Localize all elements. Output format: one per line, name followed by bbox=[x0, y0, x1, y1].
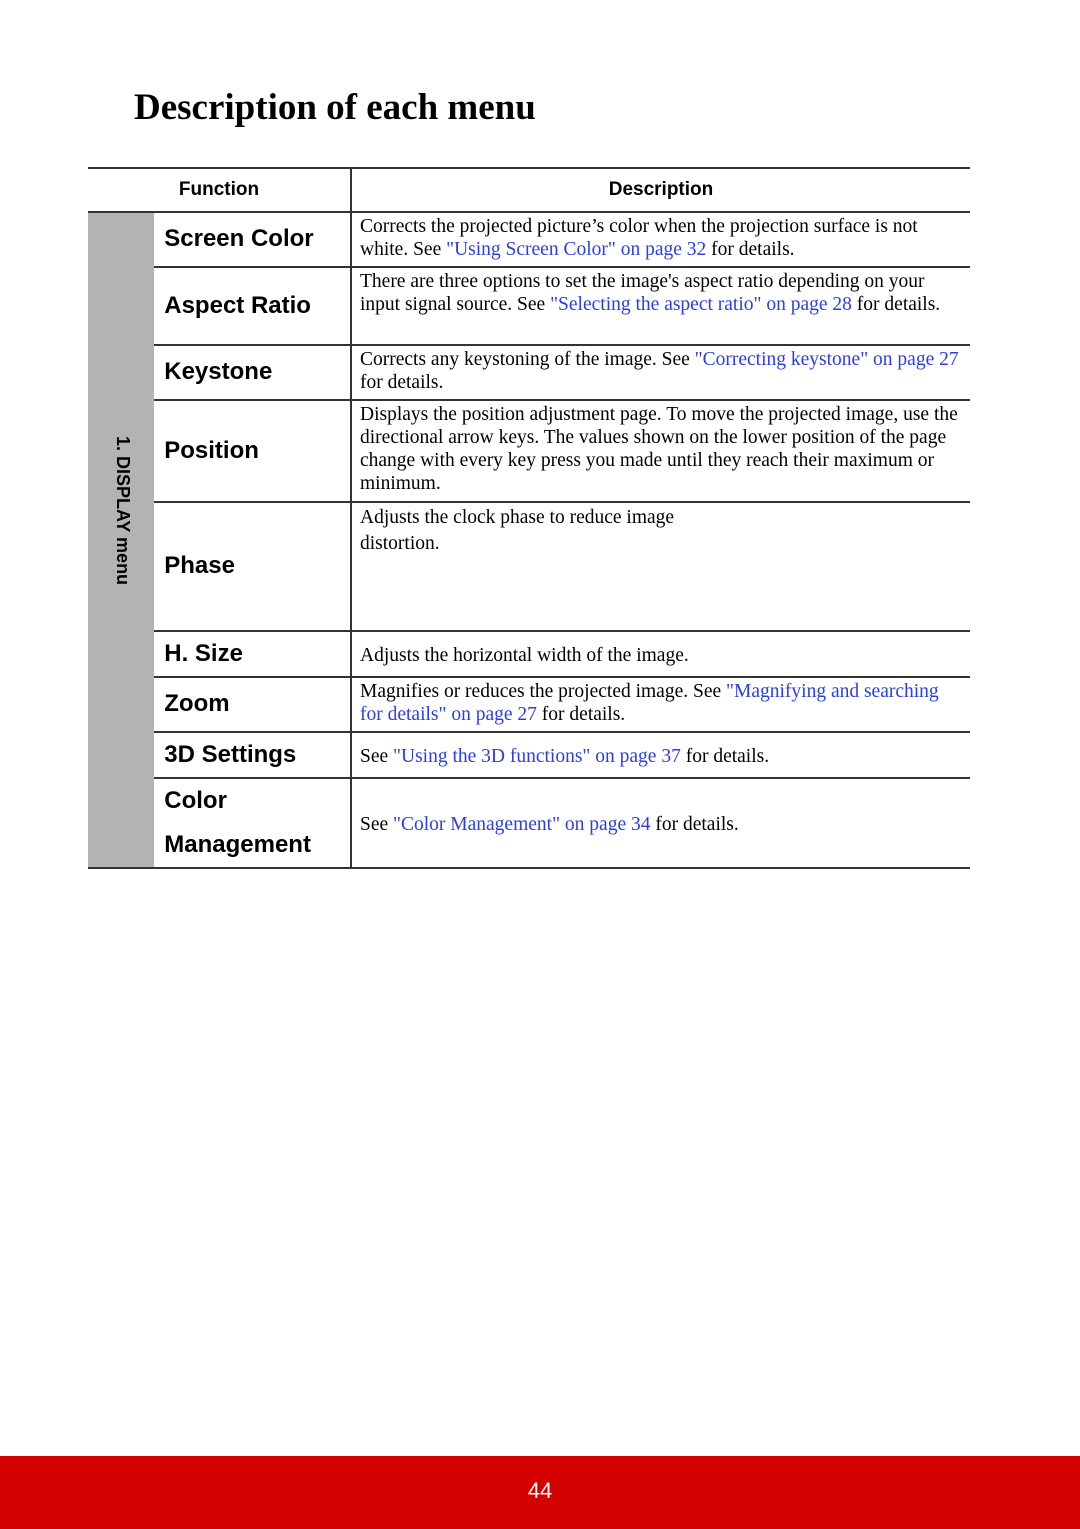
function-name: Screen Color bbox=[154, 212, 352, 268]
description-text: Magnifies or reduces the projected image… bbox=[360, 681, 727, 702]
function-name: Aspect Ratio bbox=[154, 267, 352, 346]
description-text: Displays the position adjustment page. T… bbox=[360, 404, 958, 494]
description-text: See bbox=[360, 745, 394, 767]
cross-reference-link[interactable]: "Using the 3D functions" on page 37 bbox=[393, 746, 681, 767]
function-name: Keystone bbox=[154, 345, 352, 401]
description-text: for details. bbox=[536, 704, 626, 725]
page-title: Description of each menu bbox=[134, 87, 536, 128]
cross-reference-link[interactable]: "Color Management" on page 34 bbox=[393, 814, 650, 835]
menu-description-table: Function Description 1. DISPLAY menu Scr… bbox=[88, 167, 970, 869]
cross-reference-link[interactable]: "Correcting keystone" on page 27 bbox=[695, 349, 959, 370]
menu-group-label: 1. DISPLAY menu bbox=[113, 436, 133, 586]
function-name: Position bbox=[154, 400, 352, 503]
function-description: Adjusts the clock phase to reduce image … bbox=[351, 502, 970, 632]
table-row: Keystone Corrects any keystoning of the … bbox=[88, 345, 970, 401]
menu-group-cell: 1. DISPLAY menu bbox=[88, 212, 155, 869]
cross-reference-link[interactable]: "Using Screen Color" on page 32 bbox=[446, 239, 706, 260]
function-name-text: Color Management bbox=[164, 787, 311, 858]
function-description: Magnifies or reduces the projected image… bbox=[351, 677, 970, 733]
description-text: for details. bbox=[706, 239, 795, 260]
function-description: Corrects the projected picture’s color w… bbox=[351, 212, 970, 268]
table-row: Phase Adjusts the clock phase to reduce … bbox=[88, 502, 970, 632]
function-description: Corrects any keystoning of the image. Se… bbox=[351, 345, 970, 401]
function-name: Zoom bbox=[154, 677, 352, 733]
description-text: for details. bbox=[650, 813, 739, 835]
page-footer: 44 bbox=[0, 1456, 1080, 1529]
page-number: 44 bbox=[527, 1478, 553, 1503]
function-name: Color Management bbox=[154, 778, 352, 869]
function-name: Phase bbox=[154, 502, 352, 632]
table-row: Color Management See "Color Management" … bbox=[88, 778, 970, 869]
function-name: H. Size bbox=[154, 631, 352, 678]
function-name: 3D Settings bbox=[154, 732, 352, 779]
table-row: 3D Settings See "Using the 3D functions"… bbox=[88, 732, 970, 779]
description-text: Adjusts the horizontal width of the imag… bbox=[360, 644, 689, 666]
description-text: for details. bbox=[680, 745, 770, 767]
function-description: See "Using the 3D functions" on page 37 … bbox=[351, 732, 970, 779]
function-column-header: Function bbox=[88, 167, 352, 213]
function-description: See "Color Management" on page 34 for de… bbox=[351, 778, 970, 869]
table-row: H. Size Adjusts the horizontal width of … bbox=[88, 631, 970, 678]
cross-reference-link[interactable]: "Selecting the aspect ratio" on page 28 bbox=[550, 294, 852, 315]
function-description: Displays the position adjustment page. T… bbox=[351, 400, 970, 503]
function-description: There are three options to set the image… bbox=[351, 267, 970, 346]
table-header-row: Function Description bbox=[88, 167, 970, 213]
description-text: Corrects any keystoning of the image. Se… bbox=[360, 349, 695, 370]
function-description: Adjusts the horizontal width of the imag… bbox=[351, 631, 970, 678]
table-row: 1. DISPLAY menu Screen Color Corrects th… bbox=[88, 212, 970, 869]
description-text: Adjusts the clock phase to reduce image … bbox=[360, 507, 675, 554]
table-row: Aspect Ratio There are three options to … bbox=[88, 267, 970, 346]
description-text: for details. bbox=[360, 372, 444, 393]
description-column-header: Description bbox=[351, 167, 970, 213]
description-text: for details. bbox=[851, 294, 941, 315]
description-text: See bbox=[360, 813, 394, 835]
table-row: Zoom Magnifies or reduces the projected … bbox=[88, 677, 970, 733]
table-row: Position Displays the position adjustmen… bbox=[88, 400, 970, 503]
